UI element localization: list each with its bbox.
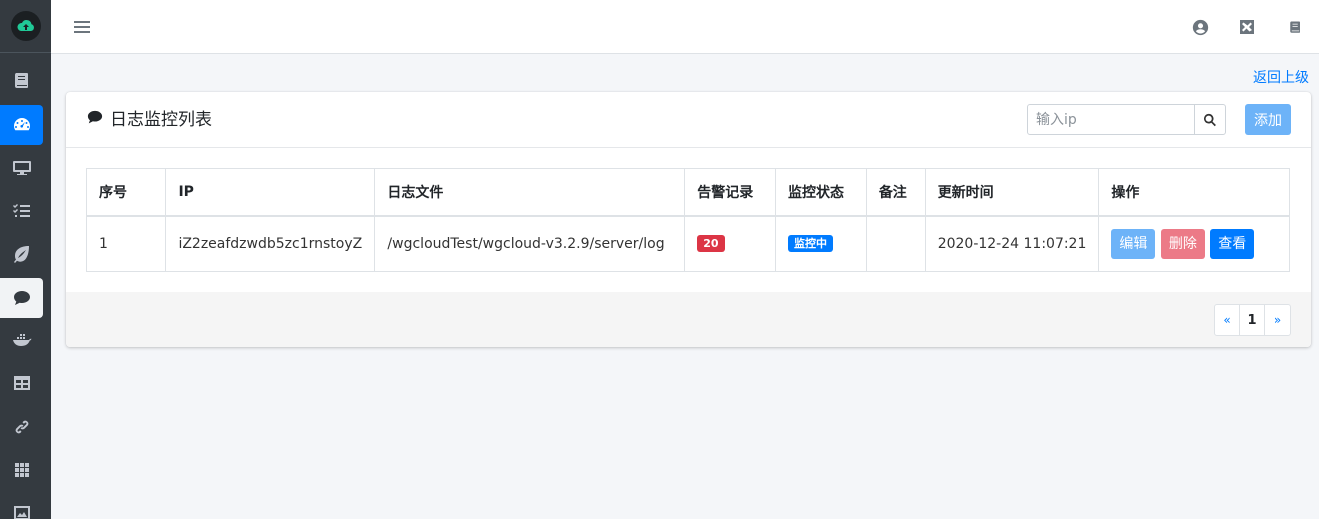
card-footer: « 1 » <box>66 292 1311 347</box>
add-button[interactable]: 添加 <box>1245 104 1291 135</box>
sidebar-item-table[interactable] <box>0 363 43 403</box>
column-header: 日志文件 <box>374 168 686 217</box>
top-navbar <box>51 0 1319 54</box>
column-header: 监控状态 <box>775 168 867 217</box>
column-header: IP <box>165 168 376 217</box>
sidebar-item-link[interactable] <box>0 407 43 447</box>
cell-ip: iZ2zeafdzwdb5zc1rnstoyZ <box>165 215 376 272</box>
log-monitor-table: 序号 IP 日志文件 告警记录 监控状态 备注 更新时间 操作 1 iZ2zea… <box>85 168 1290 272</box>
table-row: 1 iZ2zeafdzwdb5zc1rnstoyZ /wgcloudTest/w… <box>85 215 1290 272</box>
sidebar-item-hosts[interactable] <box>0 148 43 188</box>
sidebar <box>0 0 51 519</box>
cell-updated: 2020-12-24 11:07:21 <box>924 215 1100 272</box>
docker-icon <box>12 334 31 346</box>
user-circle-icon[interactable] <box>1190 17 1210 37</box>
link-icon <box>15 420 28 434</box>
column-header: 更新时间 <box>924 168 1100 217</box>
sidebar-item-tasks[interactable] <box>0 191 43 231</box>
cell-index: 1 <box>85 215 167 272</box>
sidebar-item-leaf[interactable] <box>0 234 43 274</box>
image-icon <box>13 506 30 519</box>
comment-icon <box>87 110 103 123</box>
sidebar-item-dashboard[interactable] <box>0 105 43 145</box>
comment-icon <box>13 291 30 305</box>
sidebar-item-image[interactable] <box>0 493 43 519</box>
cell-status: 监控中 <box>775 215 867 272</box>
cloud-upload-icon <box>10 11 41 41</box>
search-icon <box>1204 113 1216 126</box>
view-button[interactable]: 查看 <box>1210 228 1255 259</box>
desktop-icon <box>12 161 31 175</box>
cell-actions: 编辑 删除 查看 <box>1098 215 1290 272</box>
sidebar-item-apps[interactable] <box>0 450 43 490</box>
column-header: 序号 <box>85 168 167 217</box>
cell-remark <box>865 215 926 272</box>
page-next-button[interactable]: » <box>1265 305 1290 335</box>
column-header: 告警记录 <box>684 168 777 217</box>
book-icon <box>14 73 28 88</box>
card-title-text: 日志监控列表 <box>110 110 212 130</box>
column-header: 备注 <box>865 168 926 217</box>
sidebar-item-log-monitor[interactable] <box>0 278 43 318</box>
search-ip-input[interactable] <box>1027 104 1195 135</box>
edit-button[interactable]: 编辑 <box>1111 228 1156 259</box>
alarm-count-badge[interactable]: 20 <box>697 235 725 253</box>
brand[interactable] <box>0 0 51 53</box>
tasks-icon <box>12 204 30 217</box>
table-icon <box>13 376 30 390</box>
grid-icon <box>14 463 29 477</box>
card-title: 日志监控列表 <box>86 105 212 130</box>
log-monitor-card: 日志监控列表 添加 序号 IP 日志文件 告警记录 监控状态 备注 更新时间 操… <box>66 92 1311 347</box>
sidebar-item-book[interactable] <box>0 61 43 101</box>
column-header: 操作 <box>1098 168 1290 217</box>
hamburger-menu-icon[interactable] <box>72 17 92 37</box>
close-square-icon[interactable] <box>1237 17 1257 37</box>
back-link[interactable]: 返回上级 <box>1253 67 1309 87</box>
sidebar-item-docker[interactable] <box>0 320 43 360</box>
dashboard-icon <box>13 118 30 131</box>
pagination: « 1 » <box>1214 304 1291 336</box>
delete-button[interactable]: 删除 <box>1160 228 1205 259</box>
status-badge: 监控中 <box>788 235 834 253</box>
leaf-icon <box>13 246 29 263</box>
search-button[interactable] <box>1194 104 1226 135</box>
cell-log-file: /wgcloudTest/wgcloud-v3.2.9/server/log <box>374 215 686 272</box>
page-current[interactable]: 1 <box>1240 305 1265 335</box>
table-header-row: 序号 IP 日志文件 告警记录 监控状态 备注 更新时间 操作 <box>85 168 1290 217</box>
card-header: 日志监控列表 添加 <box>66 92 1311 148</box>
page-prev-button[interactable]: « <box>1215 305 1240 335</box>
book-icon[interactable] <box>1285 17 1305 37</box>
cell-alarm: 20 <box>684 215 777 272</box>
